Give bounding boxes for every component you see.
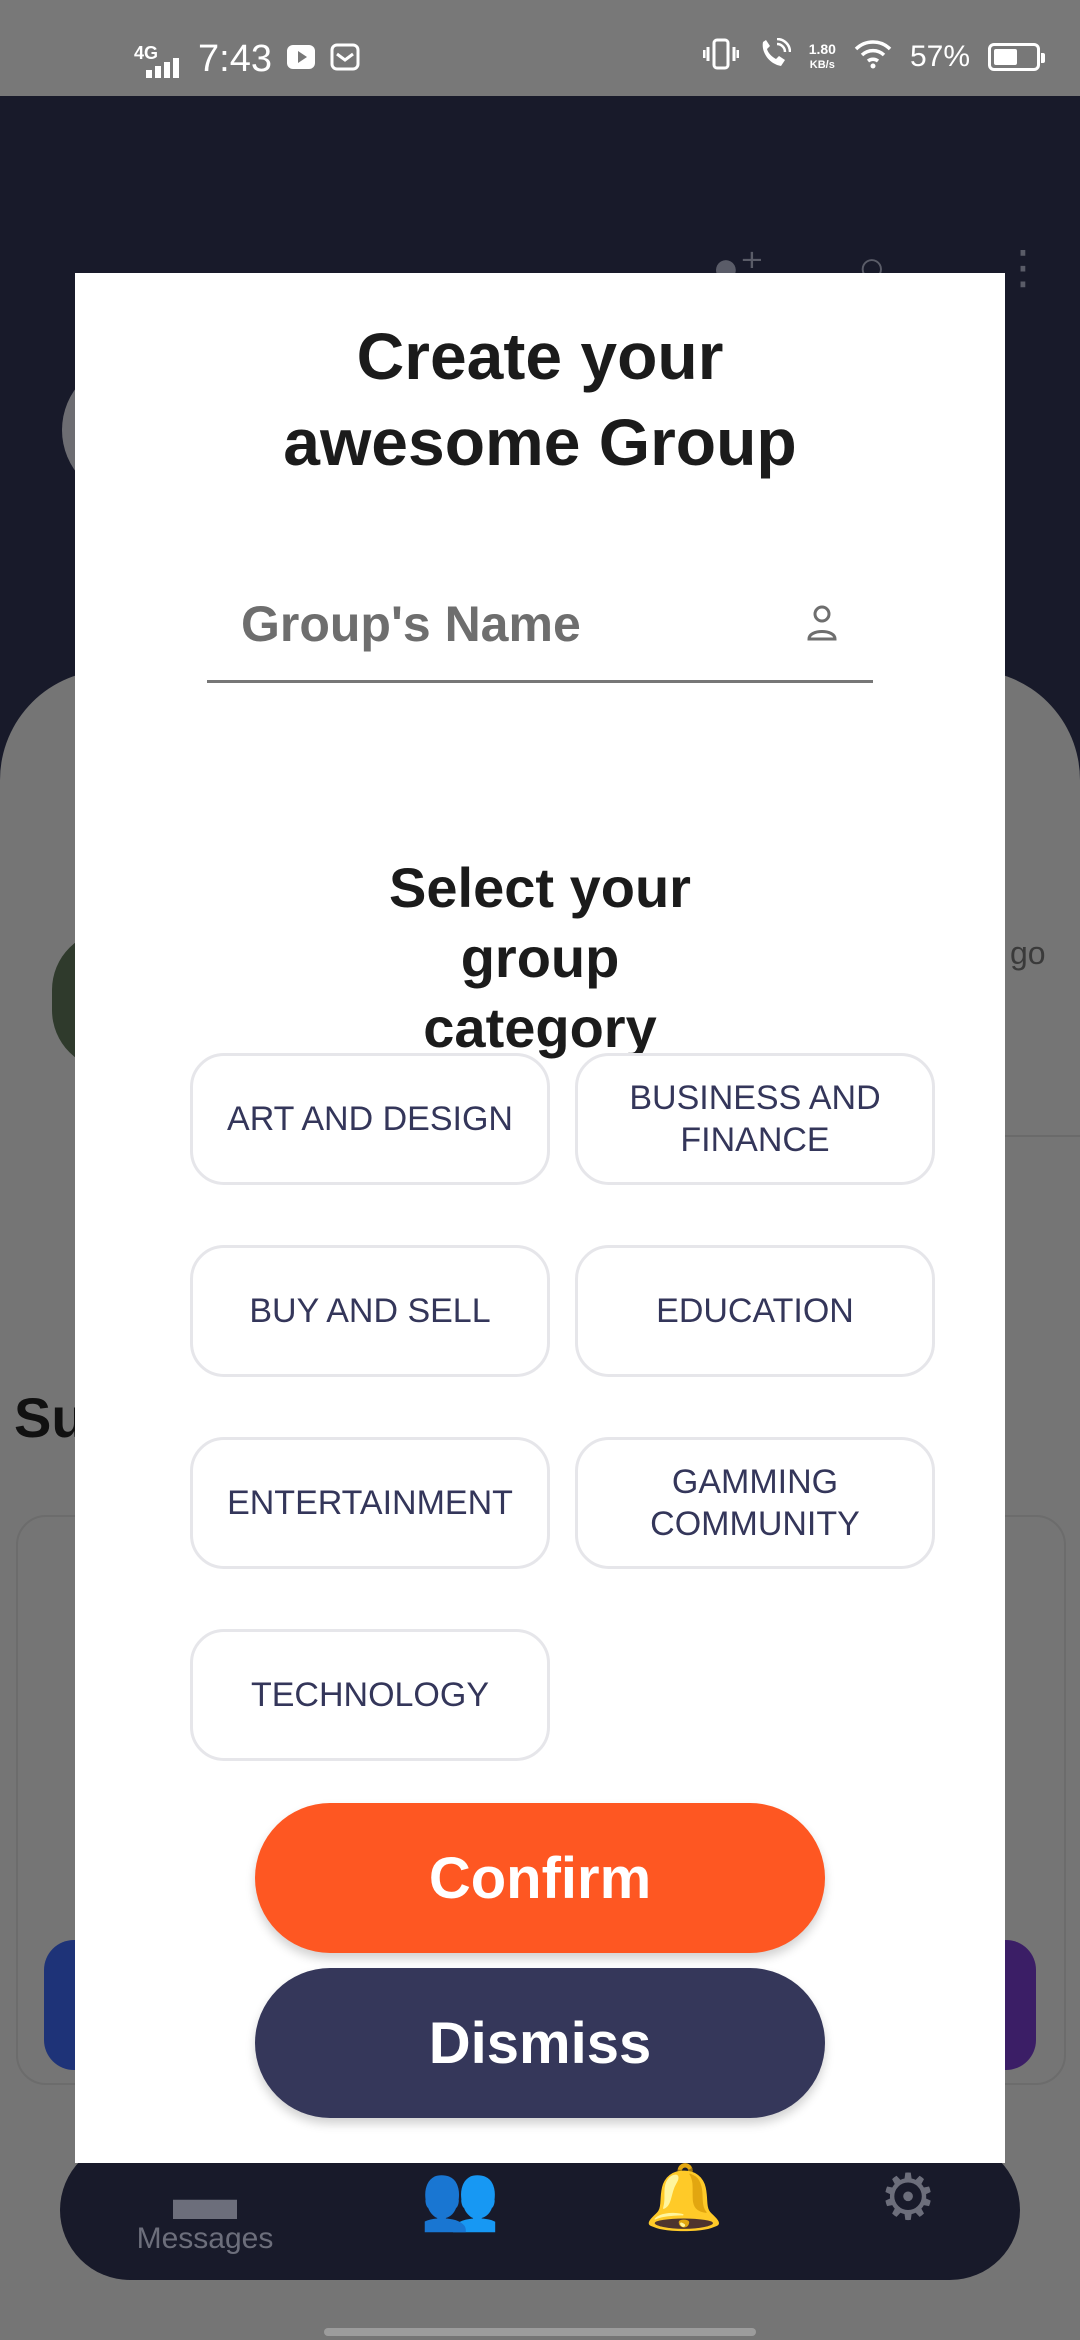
background-divider	[1000, 1135, 1080, 1137]
category-chip-technology[interactable]: TECHNOLOGY	[190, 1629, 550, 1761]
status-time: 7:43	[198, 38, 272, 80]
battery-icon	[988, 42, 1045, 71]
background-timestamp: go	[1010, 935, 1046, 971]
person-icon	[805, 603, 839, 643]
dismiss-button[interactable]: Dismiss	[255, 1968, 825, 2118]
more-icon: ⋮	[1000, 241, 1046, 293]
groups-nav-icon: 👥	[420, 2161, 500, 2233]
status-right: 1.80 KB/s 57%	[702, 37, 1045, 75]
wifi-icon	[854, 39, 892, 74]
status-left: 4G 7:43	[134, 38, 360, 81]
network-speed: 1.80 KB/s	[808, 40, 836, 71]
vibrate-icon	[702, 38, 740, 75]
create-group-dialog: Create your awesome Group Select your gr…	[75, 273, 1005, 2163]
category-heading: Select your group category	[389, 856, 691, 1059]
category-chip-gamming-community[interactable]: GAMMING COMMUNITY	[575, 1437, 935, 1569]
notifications-nav-icon: 🔔	[644, 2161, 724, 2233]
settings-nav-icon: ⚙	[879, 2161, 937, 2233]
wifi-calling-icon	[757, 37, 791, 75]
confirm-button[interactable]: Confirm	[255, 1803, 825, 1953]
dialog-title: Create your awesome Group	[283, 319, 797, 479]
mail-notification-icon	[330, 42, 360, 77]
status-bar: 4G 7:43 1.80 KB/s 57%	[0, 0, 1080, 96]
battery-percent: 57%	[909, 39, 970, 73]
category-chip-education[interactable]: EDUCATION	[575, 1245, 935, 1377]
category-chip-business-and-finance[interactable]: BUSINESS AND FINANCE	[575, 1053, 935, 1185]
youtube-notification-icon	[286, 42, 316, 77]
group-name-field[interactable]	[207, 573, 873, 683]
group-name-input[interactable]	[207, 589, 767, 659]
messages-nav-label: Messages	[136, 2222, 274, 2255]
category-chip-art-and-design[interactable]: ART AND DESIGN	[190, 1053, 550, 1185]
home-indicator[interactable]	[324, 2328, 756, 2336]
signal-icon: 4G	[134, 42, 184, 78]
category-chip-entertainment[interactable]: ENTERTAINMENT	[190, 1437, 550, 1569]
category-chip-buy-and-sell[interactable]: BUY AND SELL	[190, 1245, 550, 1377]
